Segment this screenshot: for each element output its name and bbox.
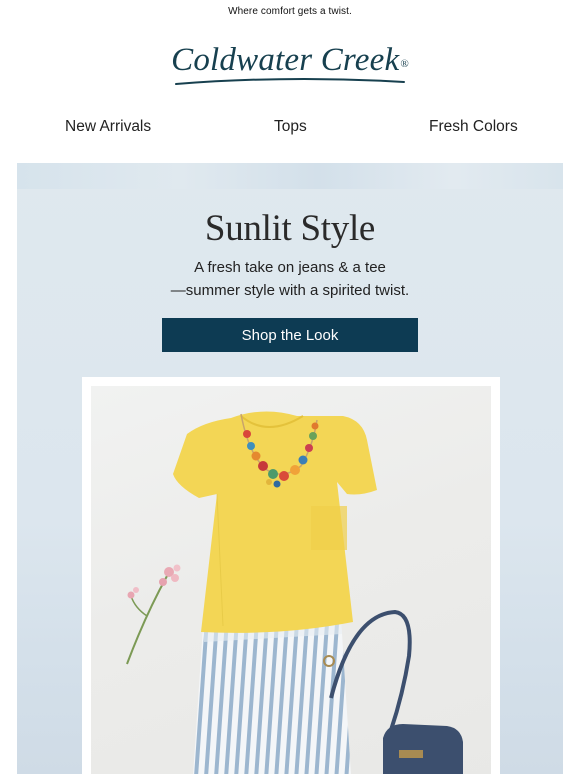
hero-title: Sunlit Style [204, 208, 376, 249]
product-photo[interactable] [91, 386, 491, 774]
hero-texture-band [17, 163, 563, 189]
nav-tops[interactable]: Tops [274, 118, 307, 136]
outfit-illustration [126, 411, 463, 774]
pink-flower [126, 564, 181, 665]
main-nav: New Arrivals Tops Fresh Colors [0, 118, 580, 142]
yellow-tee [173, 411, 377, 633]
nav-fresh-colors[interactable]: Fresh Colors [429, 118, 518, 136]
hero-subtitle: A fresh take on jeans & a tee —summer st… [17, 256, 563, 302]
preheader-text: Where comfort gets a twist. [228, 6, 352, 17]
striped-jeans [193, 618, 351, 774]
hero-subtitle-line-2: —summer style with a spirited twist. [170, 282, 410, 299]
hero-banner: Sunlit Style A fresh take on jeans & a t… [17, 163, 563, 774]
brand-logo[interactable]: Coldwater Creek® [0, 40, 580, 85]
nav-new-arrivals[interactable]: New Arrivals [65, 118, 151, 136]
registered-mark: ® [400, 58, 409, 70]
product-photo-frame [82, 377, 500, 774]
hero-subtitle-line-1: A fresh take on jeans & a tee [194, 259, 386, 276]
brand-name: Coldwater Creek [171, 42, 400, 78]
logo-swoosh-icon [175, 77, 405, 85]
shop-the-look-button[interactable]: Shop the Look [162, 318, 418, 352]
